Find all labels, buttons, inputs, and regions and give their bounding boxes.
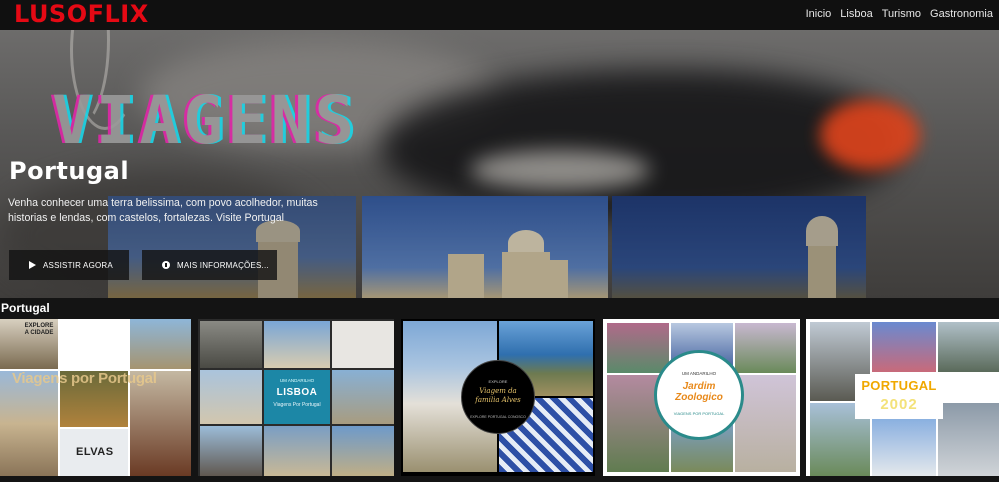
card-caption: ELVAS [76,446,114,458]
card-thumbnail [332,370,394,424]
card-kicker: UM ANDARILHO [681,371,717,376]
card-thumbnail [264,426,330,476]
top-navbar: LUSOFLIX Inicio Lisboa Turismo Gastronom… [0,0,999,30]
nav-link-inicio[interactable]: Inicio [806,7,832,21]
card-familia-alves[interactable]: EXPLORE Viagem da familia Alves EXPLORE … [401,319,595,476]
card-thumbnail [200,321,262,368]
card-thumbnail [264,321,330,368]
watch-now-button[interactable]: ASSISTIR AGORA [9,250,129,280]
card-thumbnail [130,319,191,369]
lusoflix-logo[interactable]: LUSOFLIX [14,0,149,28]
hero-description: Venha conhecer uma terra belissima, com … [8,197,318,224]
card-subtitle: VIAGENS POR PORTUGAL [673,411,725,416]
more-info-button[interactable]: MAIS INFORMAÇÕES... [142,250,277,280]
card-year: 2002 [880,396,918,413]
nav-link-lisboa[interactable]: Lisboa [840,7,872,21]
card-jardim-zoologico[interactable]: UM ANDARILHO Jardim Zoologico VIAGENS PO… [603,319,800,476]
movie-row: EXPLORE A CIDADE Viagens por Portugal EL… [0,319,999,477]
card-thumbnail [607,323,669,373]
card-kicker: UM ANDARILHO [279,378,315,383]
watch-now-label: ASSISTIR AGORA [43,260,113,270]
card-title: LISBOA [276,387,318,398]
card-subtitle: Viagens Por Portugal [273,402,321,408]
card-title: Jardim Zoologico [675,381,723,403]
card-thumbnail [735,323,796,373]
row-title: Portugal [1,301,50,315]
card-elvas[interactable]: EXPLORE A CIDADE Viagens por Portugal EL… [0,319,191,476]
hero-image-bell-tower [612,196,866,298]
hero-image-sanctuary [362,196,608,298]
card-thumbnail [200,370,262,424]
nav-link-gastronomia[interactable]: Gastronomia [930,7,993,21]
card-thumbnail [60,319,128,369]
card-lisboa[interactable]: UM ANDARILHO LISBOA Viagens Por Portugal [198,319,394,476]
card-thumbnail [938,322,999,372]
card-portugal-2002[interactable]: PORTUGAL 2002 [806,319,999,476]
card-subtitle: EXPLORE PORTUGAL CONOSCO [470,415,526,419]
hero-bird-beak [820,100,920,170]
more-info-label: MAIS INFORMAÇÕES... [177,260,269,270]
card-title: PORTUGAL [861,378,937,393]
main-nav: Inicio Lisboa Turismo Gastronomia [806,7,993,21]
card-overlay-text: Viagens por Portugal [12,370,157,387]
info-icon [162,261,170,269]
play-icon [29,261,36,269]
nav-link-turismo[interactable]: Turismo [882,7,921,21]
card-thumbnail [200,426,262,476]
hero-title: Portugal [9,157,130,185]
hero-background-highlight [470,150,650,190]
card-thumbnail [872,322,936,372]
card-thumbnail [938,403,999,476]
hero-banner-text: VIAGENS [52,82,359,159]
card-top-label: EXPLORE A CIDADE [24,323,54,336]
card-thumbnail [332,321,394,368]
hero-banner: VIAGENS Portugal Venha conhecer uma terr… [0,30,999,298]
card-thumbnail [872,419,936,476]
card-title: Viagem da familia Alves [475,387,521,404]
card-thumbnail [735,375,796,472]
card-kicker: EXPLORE [488,379,508,384]
card-thumbnail [332,426,394,476]
